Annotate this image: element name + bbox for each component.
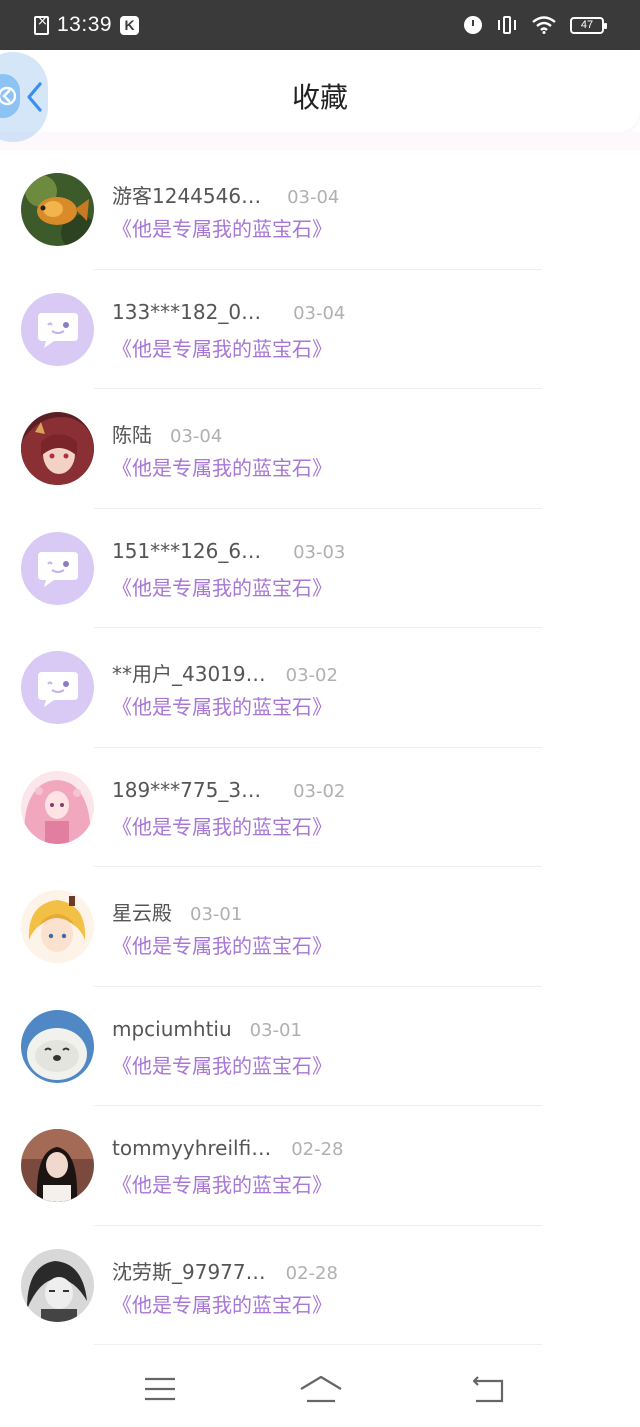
user-name: mpciumhtiu: [112, 1016, 232, 1041]
user-name: tommyyhreilfi…: [112, 1136, 272, 1160]
chat-bubble-icon: [37, 671, 78, 707]
avatar[interactable]: [21, 1009, 94, 1083]
favorite-date: 03-02: [285, 665, 338, 686]
header-shadow-strip: [0, 132, 640, 150]
list-item[interactable]: 189***775_3… 03-02 《他是专属我的蓝宝石》: [0, 748, 640, 867]
user-name: 陈陆: [112, 423, 152, 447]
vibrate-icon: [496, 16, 518, 34]
avatar[interactable]: [21, 1248, 94, 1322]
user-name: **用户_43019…: [112, 662, 266, 686]
book-title-link[interactable]: 《他是专属我的蓝宝石》: [112, 213, 332, 242]
girl-photo-avatar-image: [21, 1129, 94, 1202]
goldfish-avatar-image: [21, 173, 94, 246]
avatar[interactable]: [21, 770, 94, 844]
anime-avatar-image: [21, 412, 94, 485]
user-name: 星云殿: [112, 901, 172, 925]
favorite-date: 03-03: [293, 541, 346, 563]
chat-bubble-icon: [37, 313, 78, 348]
favorite-date: 03-01: [190, 904, 243, 925]
book-title-link[interactable]: 《他是专属我的蓝宝石》: [112, 1050, 332, 1079]
chat-bubble-icon: [37, 552, 78, 587]
battery-level: 47: [580, 19, 594, 31]
wifi-icon: [532, 16, 556, 34]
favorite-date: 03-04: [293, 302, 346, 324]
list-item[interactable]: 星云殿 03-01 《他是专属我的蓝宝石》: [0, 867, 640, 987]
back-icon[interactable]: [472, 1375, 504, 1403]
favorite-date: 03-04: [170, 426, 223, 447]
book-title-link[interactable]: 《他是专属我的蓝宝石》: [112, 572, 332, 601]
list-item[interactable]: mpciumhtiu 03-01 《他是专属我的蓝宝石》: [0, 987, 640, 1106]
book-title-link[interactable]: 《他是专属我的蓝宝石》: [112, 691, 332, 720]
page-title: 收藏: [291, 81, 348, 114]
monochrome-avatar-image: [21, 1248, 94, 1322]
alarm-icon: [464, 16, 482, 34]
favorite-date: 02-28: [291, 1139, 344, 1160]
book-title-link[interactable]: 《他是专属我的蓝宝石》: [112, 1289, 332, 1318]
avatar[interactable]: [21, 1129, 94, 1202]
k-app-icon: K: [120, 15, 140, 35]
avatar[interactable]: [21, 890, 94, 963]
battery-icon: 47: [570, 16, 607, 34]
list-item[interactable]: 游客1244546… 03-04 《他是专属我的蓝宝石》: [0, 150, 640, 270]
book-title-link[interactable]: 《他是专属我的蓝宝石》: [112, 811, 332, 840]
status-bar: 13:39 K 47: [0, 0, 640, 50]
avatar[interactable]: [21, 173, 94, 246]
favorite-date: 03-02: [293, 780, 346, 802]
book-title-link[interactable]: 《他是专属我的蓝宝石》: [112, 333, 332, 362]
file-x-icon: [34, 14, 49, 35]
anime-avatar-image: [21, 770, 94, 844]
user-name: 133***182_0…: [112, 299, 262, 324]
chevron-left-icon[interactable]: [24, 80, 46, 114]
favorite-date: 03-04: [287, 187, 340, 208]
system-nav-bar: [0, 1355, 640, 1427]
list-item[interactable]: tommyyhreilfi… 02-28 《他是专属我的蓝宝石》: [0, 1106, 640, 1226]
user-name: 沈劳斯_97977…: [112, 1259, 266, 1284]
divider: [94, 1344, 542, 1345]
default-avatar[interactable]: [21, 292, 94, 366]
list-item[interactable]: 133***182_0… 03-04 《他是专属我的蓝宝石》: [0, 270, 640, 389]
user-name: 151***126_6…: [112, 538, 262, 563]
status-time: 13:39: [57, 13, 113, 36]
default-avatar[interactable]: [21, 651, 94, 724]
book-title-link[interactable]: 《他是专属我的蓝宝石》: [112, 1169, 332, 1198]
home-icon[interactable]: [299, 1375, 343, 1403]
floating-back-icon: [0, 86, 16, 106]
avatar[interactable]: [21, 412, 94, 485]
list-item[interactable]: 沈劳斯_97977… 02-28 《他是专属我的蓝宝石》: [0, 1226, 640, 1345]
list-item[interactable]: **用户_43019… 03-02 《他是专属我的蓝宝石》: [0, 628, 640, 748]
user-name: 189***775_3…: [112, 777, 262, 802]
default-avatar[interactable]: [21, 531, 94, 605]
anime-avatar-image: [21, 890, 94, 963]
seal-avatar-image: [21, 1009, 94, 1083]
book-title-link[interactable]: 《他是专属我的蓝宝石》: [112, 452, 332, 481]
favorite-date: 02-28: [285, 1262, 338, 1284]
favorites-list: 游客1244546… 03-04 《他是专属我的蓝宝石》 133***182_0…: [0, 150, 640, 1345]
user-name: 游客1244546…: [112, 184, 262, 208]
menu-icon[interactable]: [145, 1377, 175, 1401]
list-item[interactable]: 陈陆 03-04 《他是专属我的蓝宝石》: [0, 389, 640, 509]
book-title-link[interactable]: 《他是专属我的蓝宝石》: [112, 930, 332, 959]
favorite-date: 03-01: [249, 1019, 302, 1041]
list-item[interactable]: 151***126_6… 03-03 《他是专属我的蓝宝石》: [0, 509, 640, 628]
